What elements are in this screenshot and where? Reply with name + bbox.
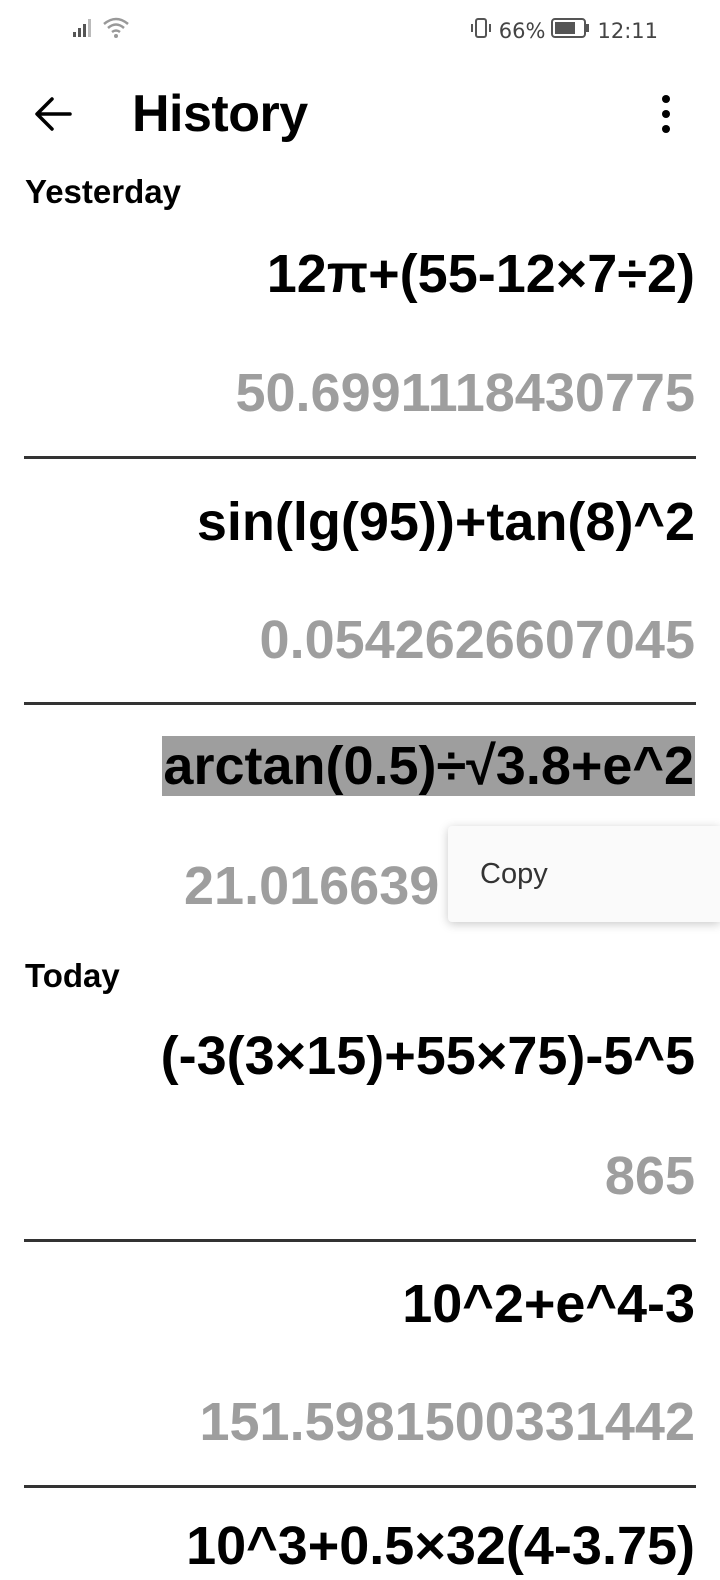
divider <box>24 702 696 705</box>
history-result[interactable]: 865 <box>605 1142 695 1210</box>
context-menu: Copy <box>448 826 720 922</box>
history-result[interactable]: 50.6991118430775 <box>235 359 695 427</box>
selected-text-highlight[interactable]: arctan(0.5)÷√3.8+e^2 <box>162 736 695 796</box>
signal-icon <box>72 16 96 43</box>
history-result[interactable]: 151.5981500331442 <box>199 1388 695 1456</box>
history-result[interactable]: 21.016639 <box>184 852 439 920</box>
back-arrow-icon <box>35 97 72 131</box>
section-header-yesterday: Yesterday <box>25 173 181 210</box>
vibrate-icon <box>469 16 493 45</box>
battery-icon <box>551 17 591 44</box>
back-button[interactable] <box>26 86 82 142</box>
section-header-today: Today <box>25 957 120 994</box>
page-title: History <box>132 85 308 143</box>
divider <box>24 1239 696 1242</box>
copy-menu-item[interactable]: Copy <box>480 856 548 892</box>
battery-percent: 66% <box>498 18 546 43</box>
wifi-icon <box>102 15 130 44</box>
history-expression[interactable]: 12π+(55-12×7÷2) <box>267 240 695 308</box>
history-expression-selected[interactable]: arctan(0.5)÷√3.8+e^2 <box>162 732 695 800</box>
status-bar: 66% 12:11 <box>0 0 720 58</box>
divider <box>24 456 696 459</box>
divider <box>24 1485 696 1488</box>
history-expression[interactable]: sin(lg(95))+tan(8)^2 <box>197 488 695 556</box>
clock: 12:11 <box>597 18 658 43</box>
history-expression[interactable]: 10^3+0.5×32(4-3.75) <box>186 1512 695 1580</box>
app-bar: History <box>0 60 720 164</box>
status-right: 66% 12:11 <box>469 16 658 45</box>
history-result[interactable]: 0.0542626607045 <box>260 606 695 674</box>
history-expression[interactable]: (-3(3×15)+55×75)-5^5 <box>161 1022 695 1090</box>
more-options-button[interactable] <box>646 90 686 138</box>
history-expression[interactable]: 10^2+e^4-3 <box>402 1270 695 1338</box>
more-vert-icon <box>662 95 670 133</box>
